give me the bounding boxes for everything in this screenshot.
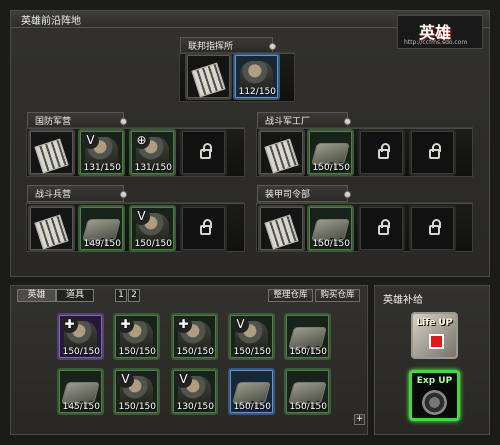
hero-count: 112/150 xyxy=(238,87,276,97)
inventory-hero-9[interactable]: 150/150 xyxy=(228,368,275,415)
exp-up-button[interactable]: Exp UP xyxy=(409,370,460,421)
hero-count: 150/150 xyxy=(118,347,156,357)
buy-storage-button[interactable]: 购买仓库 xyxy=(315,289,360,302)
inventory-hero-6[interactable]: 145/150 xyxy=(57,368,104,415)
locked-slot-factory-2[interactable] xyxy=(409,129,456,176)
hero-slot-factory-1[interactable]: 150/150 xyxy=(307,129,354,176)
group-toggle-hq[interactable] xyxy=(269,43,276,50)
group-infantry: 战斗兵营 xyxy=(27,185,127,202)
inventory-hero-3[interactable]: ✚ 150/150 xyxy=(171,313,218,360)
game-logo: 英雄 http://ccfms.sdo.com xyxy=(397,15,483,49)
lock-icon xyxy=(200,143,212,159)
locked-slot-armor-hq-2[interactable] xyxy=(409,205,456,252)
building-factory[interactable] xyxy=(258,129,305,176)
inventory-hero-2[interactable]: ✚ 150/150 xyxy=(113,313,160,360)
hero-count: 149/150 xyxy=(83,239,121,249)
page-2-button[interactable]: 2 xyxy=(128,289,140,302)
hero-count: 150/150 xyxy=(289,402,327,412)
crosshair-icon: ⊕ xyxy=(133,133,150,149)
hero-slot-armor-hq-1[interactable]: 150/150 xyxy=(307,205,354,252)
hero-count: 150/150 xyxy=(176,347,214,357)
page-1-button[interactable]: 1 xyxy=(115,289,127,302)
building-infantry[interactable] xyxy=(28,205,75,252)
locked-slot-barracks[interactable] xyxy=(180,129,227,176)
hero-slot-infantry-2[interactable]: V 150/150 xyxy=(129,205,176,252)
building-armor-hq[interactable] xyxy=(258,205,305,252)
group-label-hq: 联邦指挥所 xyxy=(188,42,234,52)
life-up-label: Life UP xyxy=(416,318,453,328)
inventory-hero-1[interactable]: ✚ 150/150 xyxy=(57,313,104,360)
hero-count: 150/150 xyxy=(134,239,172,249)
group-label-armor-hq: 装甲司令部 xyxy=(265,190,311,200)
lock-icon xyxy=(200,219,212,235)
sergeant-chevron-icon: V xyxy=(175,372,192,388)
hero-count: 131/150 xyxy=(83,163,121,173)
building-barracks[interactable] xyxy=(28,129,75,176)
locked-slot-armor-hq-1[interactable] xyxy=(358,205,405,252)
hero-count: 150/150 xyxy=(233,402,271,412)
wrench-icon: ✚ xyxy=(61,317,78,333)
lock-icon xyxy=(378,219,390,235)
group-toggle-infantry[interactable] xyxy=(120,191,127,198)
hero-slot-barracks-1[interactable]: V 131/150 xyxy=(78,129,125,176)
lock-icon xyxy=(429,219,441,235)
building-hq[interactable] xyxy=(185,53,232,100)
hero-count: 150/150 xyxy=(289,347,327,357)
tab-heroes[interactable]: 英雄 xyxy=(17,289,56,302)
hero-count: 150/150 xyxy=(233,347,271,357)
lock-icon xyxy=(378,143,390,159)
group-label-infantry: 战斗兵营 xyxy=(35,190,72,200)
group-toggle-barracks[interactable] xyxy=(120,118,127,125)
group-toggle-armor-hq[interactable] xyxy=(344,191,351,198)
supply-title: 英雄补给 xyxy=(383,295,423,306)
medical-cross-icon xyxy=(429,334,444,349)
hero-slot-barracks-2[interactable]: ⊕ 131/150 xyxy=(129,129,176,176)
lock-icon xyxy=(429,143,441,159)
group-armor-hq: 装甲司令部 xyxy=(257,185,351,202)
hero-slot-hq[interactable]: 112/150 xyxy=(233,53,280,100)
hero-count: 150/150 xyxy=(118,402,156,412)
life-up-button[interactable]: Life UP xyxy=(411,312,458,359)
tab-items[interactable]: 道具 xyxy=(56,289,94,302)
hero-count: 130/150 xyxy=(176,402,214,412)
sergeant-chevron-icon: V xyxy=(232,317,249,333)
group-toggle-factory[interactable] xyxy=(344,118,351,125)
inventory-hero-8[interactable]: V 130/150 xyxy=(171,368,218,415)
hero-count: 150/150 xyxy=(62,347,100,357)
hero-count: 145/150 xyxy=(62,402,100,412)
group-label-factory: 战斗军工厂 xyxy=(265,117,311,127)
inventory-hero-10[interactable]: 150/150 xyxy=(284,368,331,415)
inventory-hero-4[interactable]: V 150/150 xyxy=(228,313,275,360)
sergeant-chevron-icon: V xyxy=(82,133,99,149)
exp-disc-icon xyxy=(422,390,447,415)
locked-slot-infantry[interactable] xyxy=(180,205,227,252)
sergeant-chevron-icon: V xyxy=(117,372,134,388)
hero-count: 131/150 xyxy=(134,163,172,173)
exp-up-label: Exp UP xyxy=(416,376,453,386)
locked-slot-factory-1[interactable] xyxy=(358,129,405,176)
wrench-icon: ✚ xyxy=(175,317,192,333)
hero-count: 150/150 xyxy=(312,163,350,173)
group-label-barracks: 国防军营 xyxy=(35,117,72,127)
sergeant-chevron-icon: V xyxy=(133,209,150,225)
hero-count: 150/150 xyxy=(312,239,350,249)
arrange-storage-button[interactable]: 整理仓库 xyxy=(268,289,313,302)
inventory-hero-7[interactable]: V 150/150 xyxy=(113,368,160,415)
logo-url: http://ccfms.sdo.com xyxy=(404,39,468,46)
wrench-icon: ✚ xyxy=(117,317,134,333)
expand-icon[interactable]: + xyxy=(354,414,365,425)
inventory-hero-5[interactable]: 150/150 xyxy=(284,313,331,360)
hero-slot-infantry-1[interactable]: 149/150 xyxy=(78,205,125,252)
